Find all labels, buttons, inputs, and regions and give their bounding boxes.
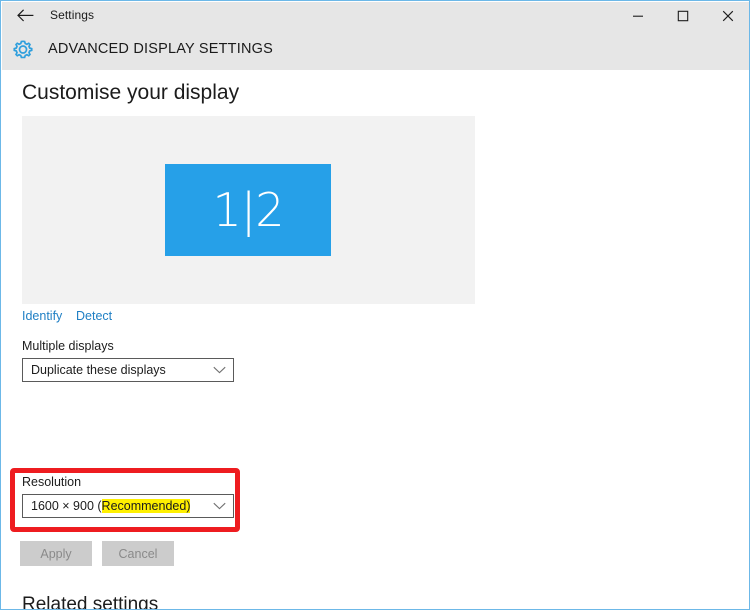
window-title: Settings <box>50 8 95 22</box>
multiple-displays-label: Multiple displays <box>22 339 114 353</box>
back-arrow-icon <box>16 9 34 22</box>
page-title: Customise your display <box>22 81 240 104</box>
resolution-label: Resolution <box>22 475 82 489</box>
identify-link[interactable]: Identify <box>22 309 62 323</box>
close-icon <box>722 10 734 22</box>
resolution-value-highlighted: Recommended) <box>101 499 191 513</box>
settings-window: Settings ADVANCED DISPLAY SETTINGS Custo… <box>0 0 750 610</box>
settings-content: Customise your display 1|2 Identify Dete… <box>2 70 749 610</box>
page-header: ADVANCED DISPLAY SETTINGS <box>2 29 749 70</box>
maximize-button[interactable] <box>660 2 705 29</box>
chevron-down-icon <box>213 359 226 381</box>
related-settings-heading: Related settings <box>22 594 159 610</box>
display-preview-area: 1|2 <box>22 116 475 304</box>
multiple-displays-dropdown[interactable]: Duplicate these displays <box>22 358 234 382</box>
minimize-button[interactable] <box>615 2 660 29</box>
monitor-tile-1-2[interactable]: 1|2 <box>165 164 331 256</box>
resolution-dropdown[interactable]: 1600 × 900 (Recommended) <box>22 494 234 518</box>
apply-button[interactable]: Apply <box>20 541 92 566</box>
multiple-displays-value: Duplicate these displays <box>31 363 166 377</box>
title-bar: Settings <box>2 2 749 29</box>
cancel-button[interactable]: Cancel <box>102 541 174 566</box>
detect-link[interactable]: Detect <box>76 309 112 323</box>
maximize-icon <box>677 10 689 22</box>
minimize-icon <box>632 10 644 22</box>
back-button[interactable] <box>2 2 48 29</box>
gear-icon <box>10 37 36 63</box>
monitor-number-label: 1|2 <box>212 183 284 237</box>
chevron-down-icon <box>213 495 226 517</box>
resolution-value-plain: 1600 × 900 ( <box>31 499 102 513</box>
close-button[interactable] <box>705 2 749 29</box>
header-title: ADVANCED DISPLAY SETTINGS <box>48 41 273 57</box>
resolution-value: 1600 × 900 (Recommended) <box>31 495 191 517</box>
